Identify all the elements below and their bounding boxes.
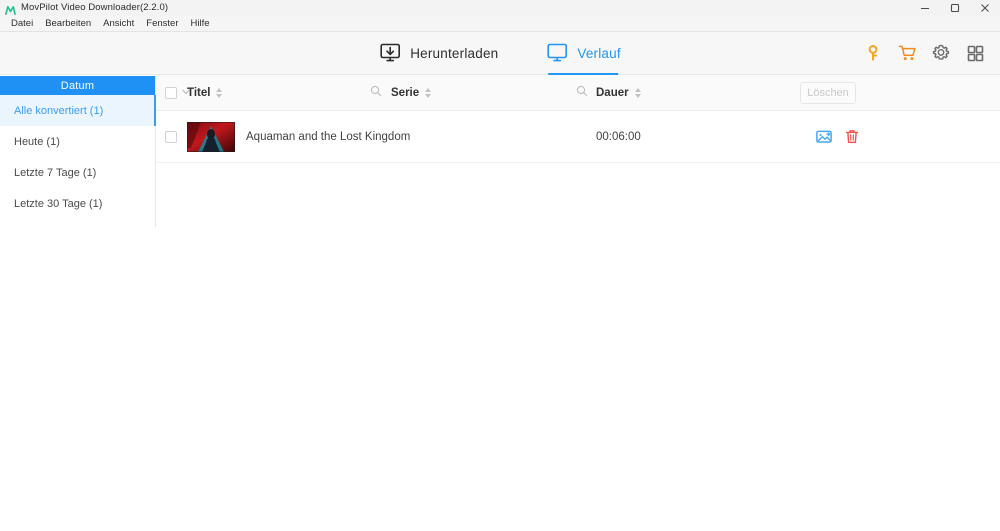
sort-arrows-dauer[interactable]: [634, 87, 641, 98]
cart-icon[interactable]: [896, 42, 918, 64]
row-checkbox[interactable]: [165, 130, 177, 143]
tab-verlauf[interactable]: Verlauf: [544, 32, 622, 75]
tab-label-verlauf: Verlauf: [577, 45, 621, 61]
row-actions: [816, 129, 860, 145]
tab-label-herunterladen: Herunterladen: [410, 45, 499, 61]
monitor-download-icon: [379, 43, 401, 63]
app-logo-icon: [5, 3, 16, 15]
sort-arrows-serie[interactable]: [425, 87, 432, 98]
sidebar-item-letzte-7-tage[interactable]: Letzte 7 Tage (1): [0, 157, 155, 188]
top-toolbar: Herunterladen Verlauf: [0, 32, 1000, 75]
column-label-serie: Serie: [391, 86, 420, 99]
column-header-dauer[interactable]: Dauer: [596, 87, 641, 99]
sidebar-item-letzte-30-tage[interactable]: Letzte 30 Tage (1): [0, 188, 155, 219]
sidebar-item-label: Letzte 30 Tage (1): [14, 197, 103, 210]
row-title: Aquaman and the Lost Kingdom: [246, 130, 411, 143]
monitor-icon: [546, 43, 568, 63]
sidebar-item-alle-konvertiert[interactable]: Alle konvertiert (1): [0, 95, 156, 126]
delete-selected-button[interactable]: Löschen: [800, 81, 856, 104]
main-tabs: Herunterladen Verlauf: [377, 32, 623, 75]
close-button[interactable]: [970, 0, 1000, 16]
row-dauer: 00:06:00: [596, 130, 641, 143]
column-header-titel[interactable]: Titel: [187, 86, 223, 99]
sidebar-item-heute[interactable]: Heute (1): [0, 126, 155, 157]
gear-icon[interactable]: [930, 42, 952, 64]
sidebar-header-datum: Datum: [0, 76, 155, 95]
table-header: Titel Serie Dauer Löschen: [156, 75, 1000, 111]
menu-bar: Datei Bearbeiten Ansicht Fenster Hilfe: [0, 16, 1000, 32]
delete-icon[interactable]: [844, 129, 860, 145]
select-all-checkbox[interactable]: [165, 86, 177, 99]
menu-item-fenster[interactable]: Fenster: [140, 16, 184, 31]
sidebar-item-label: Heute (1): [14, 135, 60, 148]
sidebar: Datum Alle konvertiert (1) Heute (1) Let…: [0, 75, 156, 227]
column-label-dauer: Dauer: [596, 86, 629, 99]
video-thumbnail: [187, 121, 235, 152]
minimize-button[interactable]: [910, 0, 940, 16]
menu-item-bearbeiten[interactable]: Bearbeiten: [39, 16, 97, 31]
open-folder-icon[interactable]: [816, 129, 832, 145]
sidebar-item-label: Letzte 7 Tage (1): [14, 166, 97, 179]
sort-arrows-titel[interactable]: [216, 87, 223, 98]
maximize-button[interactable]: [940, 0, 970, 16]
table-row[interactable]: Aquaman and the Lost Kingdom 00:06:00: [156, 111, 1000, 163]
column-header-serie[interactable]: Serie: [391, 86, 432, 99]
column-label-titel: Titel: [187, 86, 211, 99]
content-area: Titel Serie Dauer Löschen Aquaman and th…: [156, 75, 1000, 531]
grid-menu-icon[interactable]: [964, 42, 986, 64]
title-bar: MovPilot Video Downloader(2.2.0): [0, 0, 1000, 16]
menu-item-ansicht[interactable]: Ansicht: [97, 16, 140, 31]
toolbar-actions: [862, 42, 986, 64]
key-icon[interactable]: [862, 42, 884, 64]
main-body: Datum Alle konvertiert (1) Heute (1) Let…: [0, 75, 1000, 531]
menu-item-hilfe[interactable]: Hilfe: [185, 16, 216, 31]
window-title: MovPilot Video Downloader(2.2.0): [21, 2, 169, 13]
tab-herunterladen[interactable]: Herunterladen: [377, 32, 500, 75]
search-icon-titel[interactable]: [370, 84, 382, 102]
search-icon-serie[interactable]: [576, 84, 588, 102]
sidebar-item-label: Alle konvertiert (1): [14, 104, 104, 117]
menu-item-datei[interactable]: Datei: [5, 16, 39, 31]
window-controls: [910, 0, 1000, 16]
